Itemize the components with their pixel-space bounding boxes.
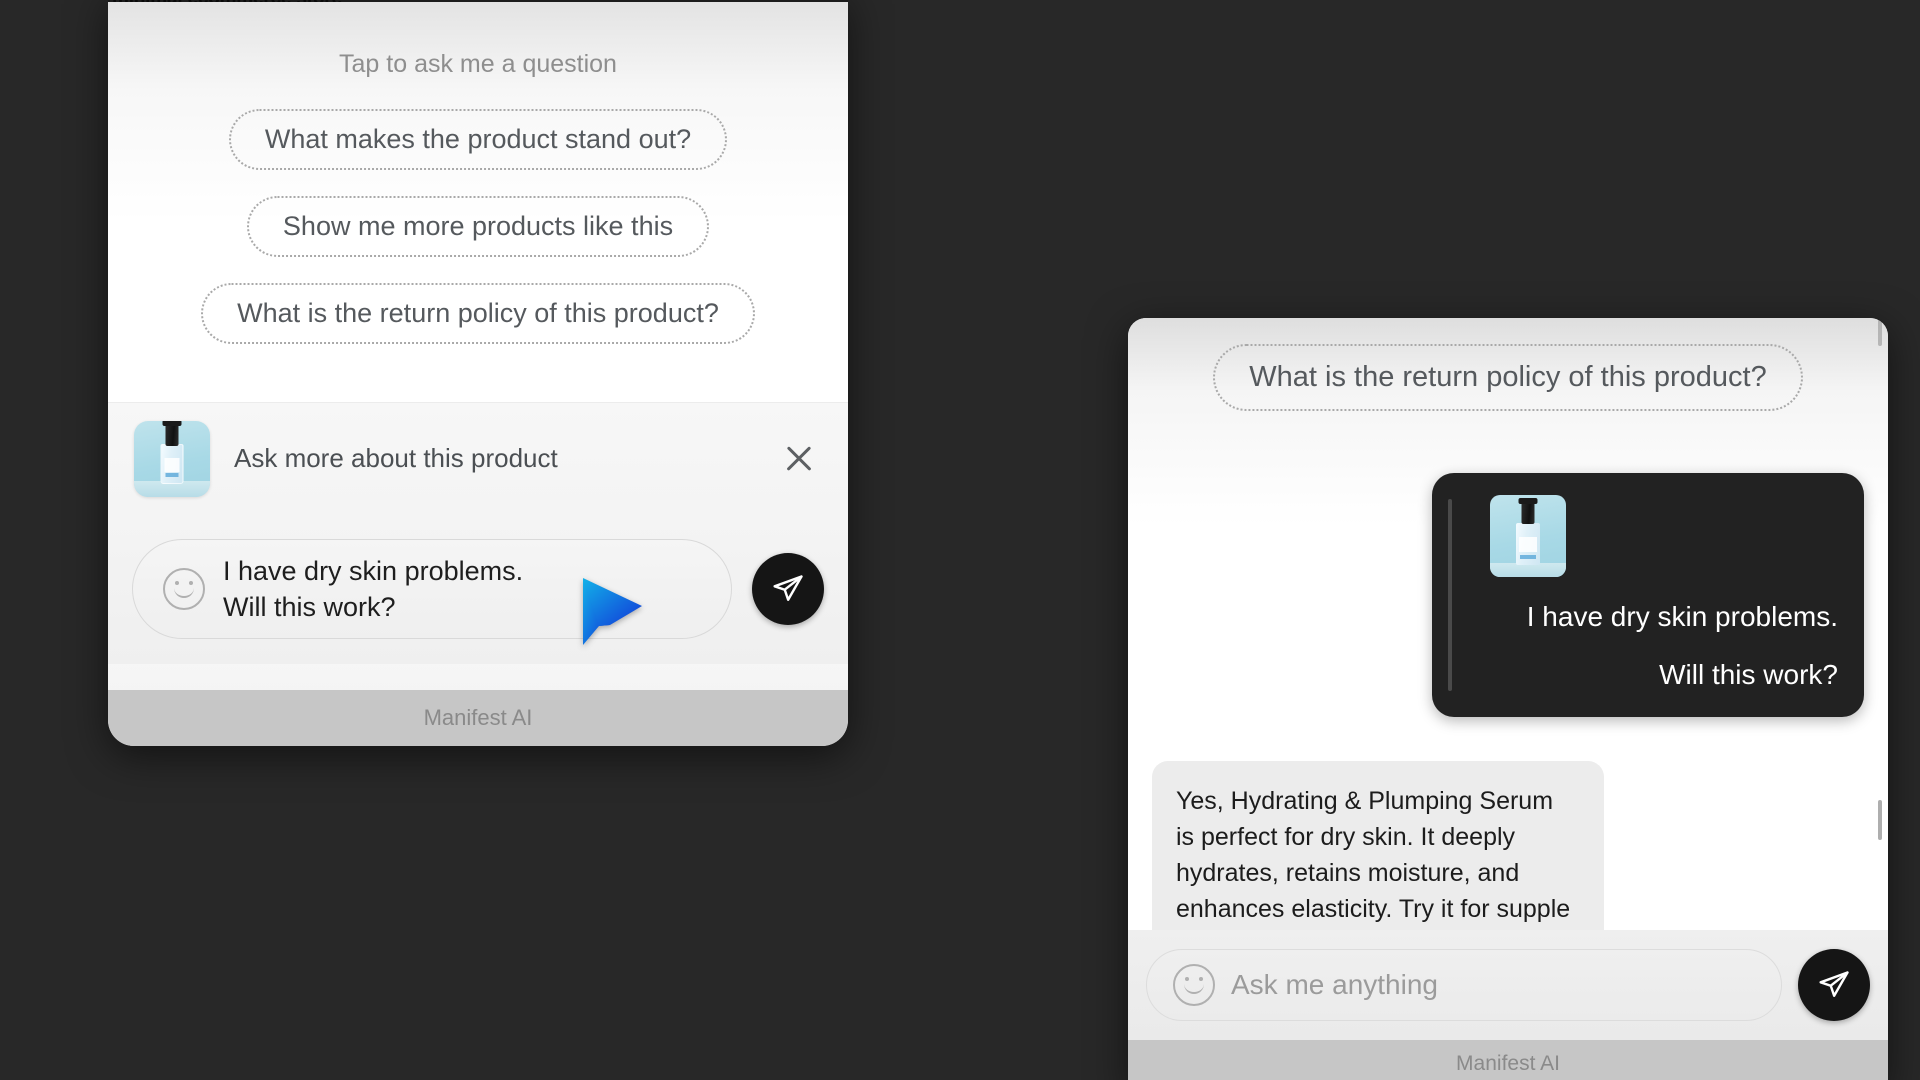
message-input-value: I have dry skin problems. Will this work… bbox=[223, 553, 523, 626]
user-message-bubble: I have dry skin problems. Will this work… bbox=[1432, 473, 1864, 717]
right-suggestion-chip[interactable]: What is the return policy of this produc… bbox=[1213, 344, 1803, 411]
smiley-icon[interactable] bbox=[163, 568, 205, 610]
right-message-input[interactable]: Ask me anything bbox=[1146, 949, 1782, 1021]
message-input[interactable]: I have dry skin problems. Will this work… bbox=[132, 539, 732, 639]
paper-plane-icon bbox=[773, 575, 803, 601]
left-chat-widget: minimal ecommerce store Tap to ask me a … bbox=[108, 0, 848, 746]
send-button[interactable] bbox=[752, 553, 824, 625]
right-footer-label: Manifest AI bbox=[1456, 1052, 1560, 1075]
close-icon[interactable] bbox=[776, 436, 822, 482]
left-footer: Manifest AI bbox=[108, 690, 848, 746]
user-message-product-thumbnail-icon[interactable] bbox=[1490, 495, 1566, 577]
suggestion-row: What is the return policy of this produc… bbox=[108, 283, 848, 344]
suggestion-row: Show me more products like this bbox=[108, 196, 848, 257]
left-footer-label: Manifest AI bbox=[423, 705, 533, 730]
typed-line-2: Will this work? bbox=[223, 592, 396, 622]
suggestions-area: Tap to ask me a question What makes the … bbox=[108, 2, 848, 402]
tap-hint-label: Tap to ask me a question bbox=[339, 50, 617, 78]
paper-plane-icon bbox=[1819, 971, 1849, 997]
bubble-rail bbox=[1448, 499, 1452, 691]
scrollbar-top-indicator[interactable] bbox=[1878, 318, 1882, 346]
right-footer: Manifest AI bbox=[1128, 1040, 1888, 1080]
right-send-button[interactable] bbox=[1798, 949, 1870, 1021]
product-thumbnail-icon[interactable] bbox=[134, 420, 210, 497]
smiley-icon[interactable] bbox=[1173, 964, 1215, 1006]
product-context-label: Ask more about this product bbox=[234, 443, 558, 473]
suggestion-chip-1[interactable]: What makes the product stand out? bbox=[228, 109, 728, 170]
product-context-strip: Ask more about this product bbox=[108, 402, 848, 514]
right-composer: Ask me anything bbox=[1128, 930, 1888, 1040]
user-message-line-1: I have dry skin problems. bbox=[1526, 601, 1838, 632]
right-suggestion-row: What is the return policy of this produc… bbox=[1152, 344, 1864, 411]
left-composer: I have dry skin problems. Will this work… bbox=[108, 514, 848, 664]
suggestion-chip-3[interactable]: What is the return policy of this produc… bbox=[201, 283, 755, 344]
scrollbar-thumb[interactable] bbox=[1878, 800, 1882, 840]
right-conversation-area: What is the return policy of this produc… bbox=[1128, 318, 1888, 987]
suggestion-chip-2[interactable]: Show me more products like this bbox=[246, 196, 710, 257]
right-chat-widget: What is the return policy of this produc… bbox=[1128, 318, 1888, 1080]
screen: minimal ecommerce store Tap to ask me a … bbox=[0, 0, 1920, 1080]
suggestion-row: What makes the product stand out? bbox=[108, 109, 848, 170]
user-message-line-2: Will this work? bbox=[1659, 658, 1838, 690]
right-input-placeholder: Ask me anything bbox=[1231, 969, 1438, 1000]
typed-line-1: I have dry skin problems. bbox=[223, 555, 524, 586]
